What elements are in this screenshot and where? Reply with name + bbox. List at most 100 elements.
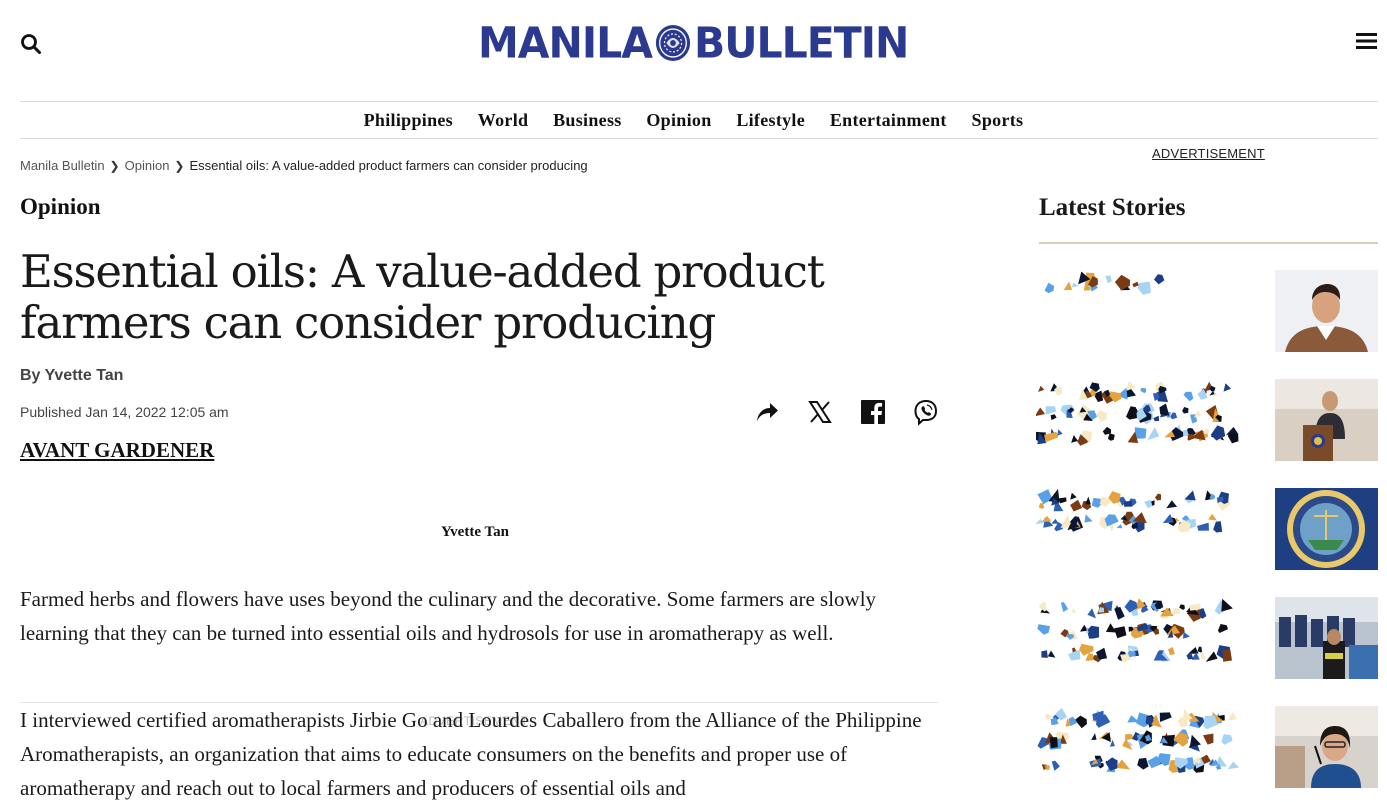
latest-story-item[interactable]: [1036, 270, 1378, 352]
headline-fragment: [1114, 606, 1125, 620]
breadcrumb: Manila Bulletin ❯ Opinion ❯ Essential oi…: [20, 158, 588, 173]
headline-fragment: [1132, 281, 1139, 288]
headline-fragment: [1063, 281, 1073, 291]
advertisement-label[interactable]: ADVERTISEMENT: [1152, 146, 1265, 161]
share-button[interactable]: [753, 398, 781, 426]
story-thumbnail[interactable]: [1275, 488, 1378, 570]
headline-fragment: [1109, 524, 1114, 531]
headline-fragment: [1170, 412, 1178, 420]
latest-story-item[interactable]: [1036, 706, 1378, 788]
breadcrumb-section[interactable]: Opinion: [125, 158, 170, 173]
nav-item-business[interactable]: Business: [553, 106, 621, 134]
headline-fragment: [1087, 608, 1096, 619]
department-of-justice-seal: [1275, 488, 1378, 570]
headline-fragment: [1045, 406, 1057, 415]
headline-fragment: [1228, 711, 1238, 721]
story-thumbnail[interactable]: [1275, 706, 1378, 788]
hamburger-menu-icon: [1356, 33, 1377, 49]
headline-fragment: [1047, 650, 1056, 658]
headline-fragment: [1183, 391, 1194, 402]
story-headline-placeholder: [1037, 598, 1233, 663]
headline-fragment: [1036, 518, 1044, 525]
nav-item-sports[interactable]: Sports: [972, 106, 1024, 134]
article-byline[interactable]: By Yvette Tan: [20, 367, 123, 385]
viber-icon: [914, 399, 938, 426]
headline-fragment: [1051, 518, 1059, 524]
latest-story-item[interactable]: [1036, 379, 1378, 461]
headline-fragment: [1203, 428, 1210, 435]
headline-fragment: [1203, 733, 1214, 745]
article-title: Essential oils: A value-added product fa…: [20, 245, 825, 349]
headline-fragment: [1070, 499, 1083, 512]
headline-fragment: [1105, 623, 1117, 633]
latest-stories-divider: [1039, 242, 1378, 244]
latest-story-item[interactable]: [1036, 597, 1378, 679]
breadcrumb-home[interactable]: Manila Bulletin: [20, 158, 105, 173]
headline-fragment: [1041, 650, 1048, 658]
menu-button[interactable]: [1356, 32, 1378, 50]
headline-fragment: [1183, 631, 1190, 639]
headline-fragment: [1197, 522, 1209, 531]
headline-fragment: [1037, 624, 1051, 635]
headline-fragment: [1193, 410, 1202, 418]
headline-fragment: [1154, 493, 1161, 501]
headline-fragment: [1221, 734, 1233, 745]
latest-stories-title: Latest Stories: [1039, 194, 1186, 221]
breadcrumb-current: Essential oils: A value-added product fa…: [189, 158, 588, 173]
story-thumbnail[interactable]: [1275, 379, 1378, 461]
chevron-right-icon: ❯: [109, 158, 120, 173]
story-headline-placeholder: [1037, 707, 1240, 773]
share-x-button[interactable]: [806, 398, 834, 426]
headline-fragment: [1227, 761, 1240, 770]
headline-fragment: [1154, 274, 1165, 285]
headline-fragment: [1182, 407, 1189, 414]
headline-fragment: [1205, 651, 1218, 662]
headline-fragment: [1071, 282, 1079, 288]
article-paragraph: I interviewed certified aromatherapists …: [20, 708, 922, 800]
headline-fragment: [1105, 275, 1112, 284]
headline-fragment: [1203, 715, 1218, 730]
headline-fragment: [1140, 387, 1147, 394]
section-label[interactable]: Opinion: [20, 194, 101, 220]
headline-fragment: [1051, 760, 1060, 771]
search-button[interactable]: [20, 33, 42, 55]
headline-fragment: [1222, 649, 1232, 662]
man-in-brown-jacket-photo: [1275, 270, 1378, 352]
headline-fragment: [1096, 410, 1107, 422]
latest-story-item[interactable]: [1036, 488, 1378, 570]
headline-fragment: [1040, 516, 1052, 523]
headline-fragment: [1038, 385, 1045, 392]
column-name-link[interactable]: AVANT GARDENER: [20, 438, 214, 463]
headline-fragment: [1189, 734, 1201, 747]
headline-fragment: [1147, 427, 1160, 441]
nav-item-entertainment[interactable]: Entertainment: [830, 106, 947, 134]
headline-fragment: [1091, 733, 1097, 740]
headline-fragment: [1044, 431, 1059, 443]
headline-fragment: [1217, 624, 1228, 633]
nav-item-opinion[interactable]: Opinion: [646, 106, 711, 134]
site-logo[interactable]: MANILA BULLETIN: [478, 17, 922, 69]
story-headline-placeholder: [1044, 271, 1165, 295]
share-arrow-icon: [757, 403, 778, 421]
headline-fragment: [1184, 490, 1196, 501]
headline-fragment: [1223, 383, 1232, 392]
story-thumbnail[interactable]: [1275, 597, 1378, 679]
share-viber-button[interactable]: [912, 398, 940, 426]
headline-fragment: [1166, 500, 1178, 509]
nav-item-lifestyle[interactable]: Lifestyle: [736, 106, 805, 134]
story-thumbnail[interactable]: [1275, 270, 1378, 352]
published-date: Published Jan 14, 2022 12:05 am: [20, 404, 229, 420]
nav-item-world[interactable]: World: [478, 106, 529, 134]
logo-text-right: BULLETIN: [693, 17, 909, 69]
headline-fragment: [1208, 513, 1217, 521]
share-facebook-button[interactable]: [859, 398, 887, 426]
headline-fragment: [1167, 647, 1175, 655]
headline-fragment: [1188, 647, 1199, 654]
logo-seal-icon: [655, 25, 691, 61]
woman-speaking-at-mic-photo: [1275, 706, 1378, 788]
chevron-right-icon: ❯: [174, 158, 185, 173]
headline-fragment: [1085, 496, 1091, 505]
headline-fragment: [1071, 608, 1077, 614]
headline-fragment: [1159, 712, 1172, 722]
nav-item-philippines[interactable]: Philippines: [364, 106, 453, 134]
